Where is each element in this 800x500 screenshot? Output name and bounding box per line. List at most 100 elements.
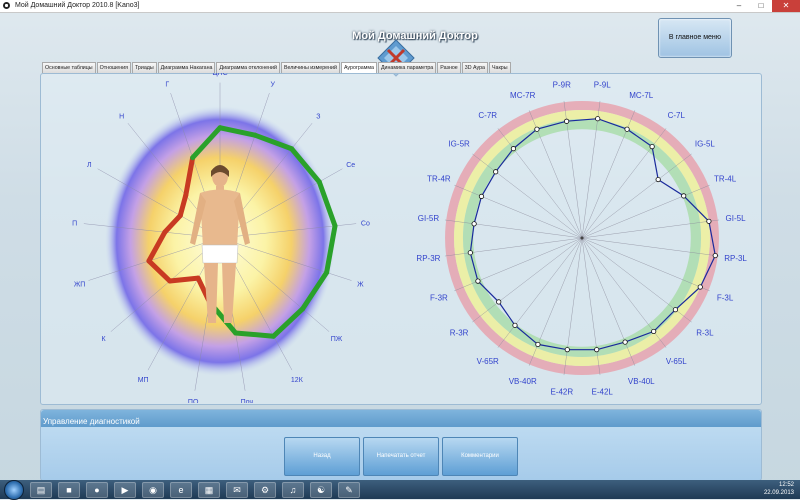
meridian-point	[712, 252, 718, 259]
aura-label: Н	[119, 113, 124, 120]
diagnostics-header	[41, 410, 761, 427]
media-icon[interactable]: ♫	[282, 481, 304, 498]
meridian-point	[595, 116, 601, 122]
tab-bar: Основные таблицы Отношения Триады Диагра…	[42, 62, 512, 74]
meridian-label: VB-40R	[509, 377, 537, 386]
meridian-label: IG-5L	[695, 140, 716, 149]
tab-deviation-diagram[interactable]: Диаграмма отклонений	[216, 62, 280, 73]
clock-date: 22.09.2013	[763, 490, 794, 496]
meridian-label: R-3R	[450, 328, 469, 337]
meridian-label: R-3L	[696, 328, 714, 337]
aura-label: ПЖ	[331, 336, 343, 343]
meridian-point	[564, 347, 570, 353]
meridian-label: F-3R	[430, 293, 448, 302]
aura-label: ЦНС	[212, 73, 227, 77]
meridian-point	[564, 118, 570, 124]
text-editor-icon[interactable]: ✎	[338, 481, 360, 498]
meridian-point	[655, 176, 661, 183]
meridian-point	[651, 328, 657, 335]
close-icon[interactable]: ✕	[772, 0, 800, 12]
aura-label: Л	[87, 162, 92, 169]
meridian-label: RP-3L	[724, 254, 747, 263]
meridian-point	[471, 221, 477, 227]
aura-label: П	[72, 221, 77, 228]
meridian-point	[624, 126, 630, 132]
app-icon	[3, 1, 10, 9]
meridian-label: F-3L	[717, 293, 734, 302]
meridian-point	[510, 146, 517, 152]
meridian-label: TR-4L	[714, 175, 737, 184]
aura-label: Поч	[241, 399, 254, 403]
meridian-label: P-9R	[553, 80, 571, 89]
meridian-point	[622, 339, 628, 345]
folder-icon[interactable]: ■	[58, 481, 80, 498]
meridian-label: C-7R	[478, 111, 497, 120]
minimize-icon[interactable]: –	[728, 0, 750, 12]
meridian-point	[594, 347, 600, 353]
meridian-label: VB-40L	[628, 377, 655, 386]
meridian-chart: P-9R P-9L MC-7L C-7L IG-5L TR-4L GI-5L RP-3L F-3…	[416, 80, 747, 397]
meridian-label: TR-4R	[427, 175, 451, 184]
ie-icon[interactable]: e	[170, 481, 192, 498]
meridian-label: GI-5L	[726, 214, 747, 223]
tab-misc[interactable]: Разное	[437, 62, 461, 73]
meridian-point	[467, 250, 473, 256]
aura-label: Се	[346, 162, 355, 169]
meridian-label: MC-7L	[629, 91, 654, 100]
title-bar: Мой Домашний Доктор 2010.8 [Kano3] – □ ✕	[0, 0, 800, 13]
clock: 12:52 22.09.2013	[764, 481, 794, 497]
tool-icon[interactable]: ⚙	[254, 481, 276, 498]
aura-segment	[167, 275, 201, 284]
tab-main-tables[interactable]: Основные таблицы	[42, 62, 96, 73]
tab-3d-aura[interactable]: 3D Аура	[461, 62, 488, 73]
aura-label: Со	[361, 221, 370, 228]
aura-label: 12К	[291, 377, 304, 384]
mail-icon[interactable]: ✉	[226, 481, 248, 498]
meridian-point	[672, 307, 679, 313]
meridian-point	[478, 193, 485, 199]
aura-label: Г	[165, 81, 169, 88]
tab-chakras[interactable]: Чакры	[488, 62, 511, 73]
meridian-point	[649, 144, 655, 150]
meridian-point	[496, 299, 502, 305]
tab-nakatani-diagram[interactable]: Диаграмма Накагана	[157, 62, 216, 73]
meridian-label: C-7L	[668, 111, 686, 120]
meridian-label: GI-5R	[418, 214, 440, 223]
meridian-label: E-42R	[550, 388, 573, 397]
firefox-icon[interactable]: ◉	[142, 481, 164, 498]
explorer-icon[interactable]: ▤	[30, 481, 52, 498]
start-button[interactable]	[4, 479, 24, 500]
clock-time: 12:52	[778, 482, 794, 488]
aura-label: У	[271, 81, 276, 88]
player-icon[interactable]: ▶	[114, 481, 136, 498]
meridian-point	[697, 284, 703, 290]
tab-relations[interactable]: Отношения	[96, 62, 131, 73]
network-icon[interactable]: ▦	[198, 481, 220, 498]
window-title: Мой Домашний Доктор 2010.8 [Kano3]	[14, 2, 140, 9]
aura-label: ЖП	[74, 281, 86, 288]
diagnostics-panel: Управление диагностикой Назад Напечатать…	[40, 409, 762, 481]
tab-triads[interactable]: Триады	[131, 62, 157, 73]
main-menu-button[interactable]: В главное меню	[658, 18, 732, 58]
aura-label: ПО	[188, 399, 199, 403]
meridian-label: V-65L	[666, 357, 687, 366]
back-button[interactable]: Назад	[284, 437, 360, 476]
meridian-center	[580, 236, 584, 240]
comments-button[interactable]: Комментарии	[442, 437, 518, 476]
meridian-point	[534, 126, 540, 132]
aura-chart: ЦНС У З Се Со Ж ПЖ 12К Поч ПО МП К ЖП П Л Н Г	[72, 73, 370, 403]
yinyang-icon[interactable]: ☯	[310, 481, 332, 498]
print-report-button[interactable]: Напечатать отчет	[363, 437, 439, 476]
tab-measurements[interactable]: Величины измерений	[280, 62, 340, 73]
chrome-icon[interactable]: ●	[86, 481, 108, 498]
tab-parameter-dynamics[interactable]: Динамика параметра	[377, 62, 437, 73]
aura-label: Ж	[357, 281, 364, 288]
meridian-point	[493, 169, 499, 175]
aura-segment	[233, 330, 277, 339]
meridian-point	[535, 341, 541, 348]
maximize-icon[interactable]: □	[750, 0, 772, 12]
taskbar: ▤ ■ ● ▶ ◉ e ▦ ✉ ⚙ ♫ ☯ ✎ 12:52 22.09.2013	[0, 479, 800, 500]
aura-label: З	[316, 113, 320, 120]
window-controls: – □ ✕	[728, 0, 800, 12]
meridian-point	[475, 278, 481, 284]
